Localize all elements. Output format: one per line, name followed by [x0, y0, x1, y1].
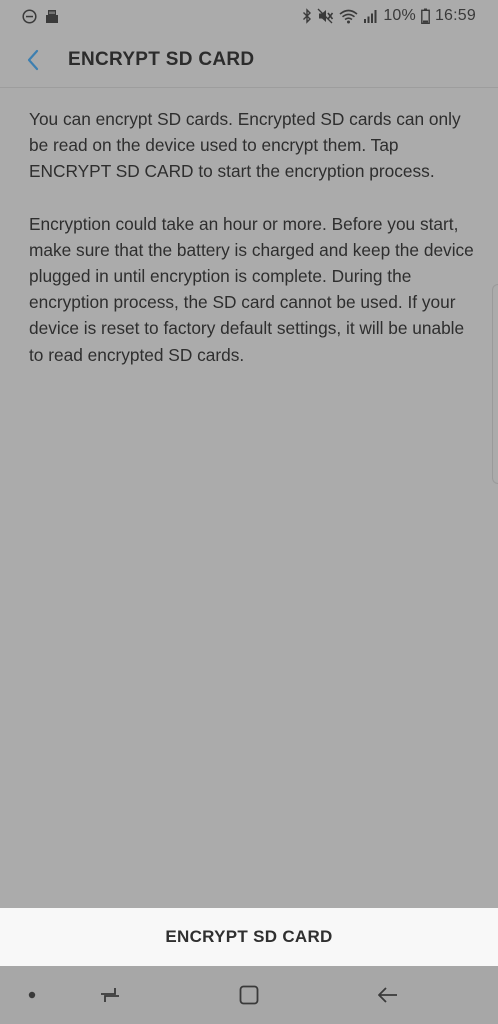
description-paragraph-1: You can encrypt SD cards. Encrypted SD c… — [29, 109, 461, 182]
clock: 16:59 — [434, 7, 476, 24]
bluetooth-icon — [302, 8, 312, 24]
back-button[interactable] — [13, 40, 53, 80]
scrollbar-handle[interactable] — [492, 284, 498, 484]
recent-apps-button[interactable] — [90, 966, 130, 1024]
wifi-icon — [339, 9, 358, 24]
do-not-disturb-icon — [22, 8, 37, 24]
back-icon — [377, 984, 399, 1006]
home-icon — [238, 984, 260, 1006]
app-bar: ENCRYPT SD CARD — [0, 32, 498, 88]
page-title: ENCRYPT SD CARD — [68, 49, 255, 70]
chevron-left-icon — [26, 49, 40, 71]
nav-back-button[interactable] — [368, 966, 408, 1024]
nav-dot-button[interactable] — [16, 966, 48, 1024]
bottom-action-bar: ENCRYPT SD CARD — [0, 908, 498, 966]
sd-card-notification-icon — [45, 9, 59, 24]
status-left-icons — [22, 8, 59, 24]
dot-icon — [28, 991, 36, 999]
description-text: You can encrypt SD cards. Encrypted SD c… — [29, 106, 474, 394]
battery-percent: 10% — [383, 7, 416, 24]
battery-icon — [421, 8, 430, 24]
encrypt-sd-card-button[interactable]: ENCRYPT SD CARD — [145, 919, 352, 955]
status-bar: 10% 16:59 — [0, 0, 498, 32]
recent-apps-icon — [99, 984, 121, 1006]
home-button[interactable] — [229, 966, 269, 1024]
status-right-icons: 10% 16:59 — [302, 7, 476, 25]
mute-icon — [317, 8, 334, 24]
navigation-bar — [0, 966, 498, 1024]
description-paragraph-2: Encryption could take an hour or more. B… — [29, 213, 474, 365]
header-divider — [0, 87, 498, 88]
signal-icon — [363, 9, 378, 23]
